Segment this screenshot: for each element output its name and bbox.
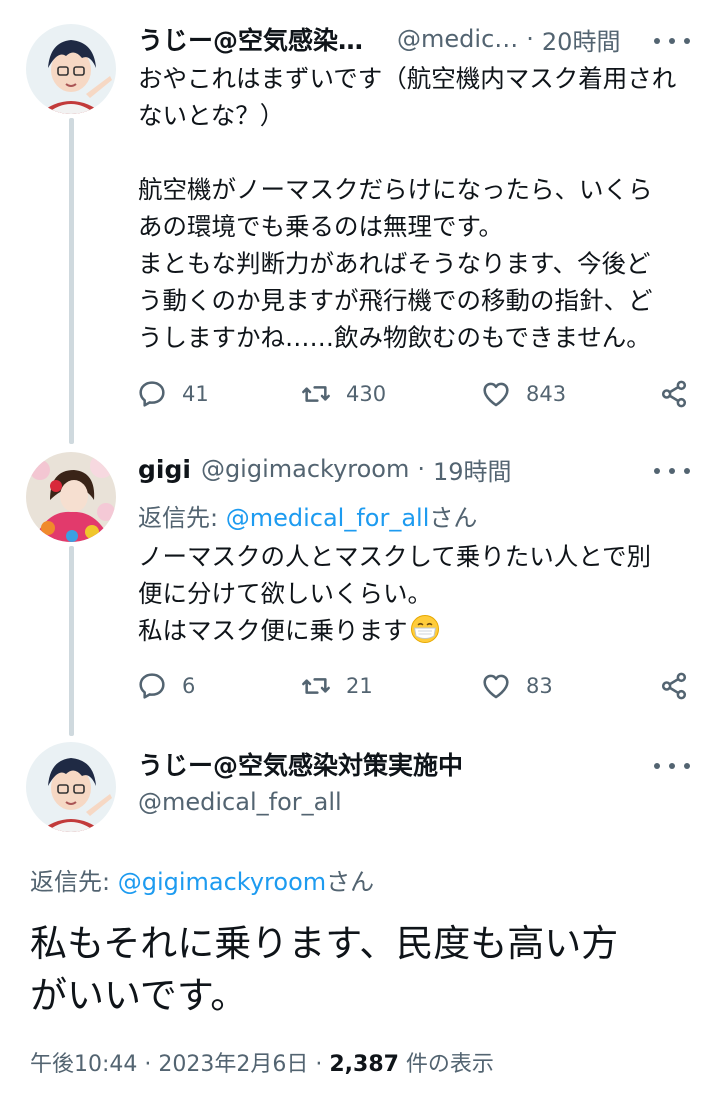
- tweet1-reply-count: 41: [182, 382, 209, 406]
- reply-to-suffix: さん: [326, 868, 375, 896]
- thread-line-2: [69, 546, 74, 736]
- main-tweet-more-icon[interactable]: [654, 756, 690, 776]
- avatar-gigi[interactable]: [26, 452, 116, 542]
- share-icon: [661, 380, 687, 408]
- tweet2-text: ノーマスクの人とマスクして乗りたい人とで別 便に分けて欲しいくらい。 私はマスク…: [138, 542, 652, 645]
- tweet2-reply-to: 返信先: @medical_for_allさん: [138, 498, 477, 533]
- reply-to-label: 返信先:: [30, 868, 118, 896]
- retweet-icon: [302, 678, 330, 694]
- main-tweet-name-row: うじー@空気感染対策実施中: [138, 746, 638, 782]
- tweet2-retweet-button[interactable]: 21: [300, 666, 373, 706]
- tweet1-text: おやこれはまずいです（航空機内マスク着用され ないとな？） 航空機がノーマスクだ…: [138, 64, 677, 352]
- reply-icon: [139, 673, 165, 699]
- tweet1-time[interactable]: 20時間: [542, 22, 621, 57]
- main-tweet-author-name[interactable]: うじー@空気感染対策実施中: [138, 746, 463, 782]
- main-tweet-author-handle[interactable]: @medical_for_all: [138, 788, 342, 816]
- tweet2-share-button[interactable]: [658, 666, 690, 706]
- tweet1-retweet-count: 430: [346, 382, 387, 406]
- thread-line-1: [69, 118, 74, 444]
- tweet1-like-count: 843: [526, 382, 567, 406]
- tweet2-reply-count: 6: [182, 674, 196, 698]
- tweet2-like-count: 83: [526, 674, 553, 698]
- avatar-ujii-main[interactable]: [26, 742, 116, 832]
- main-tweet-handle-row: @medical_for_all: [138, 784, 638, 820]
- mask-face-emoji: [410, 615, 439, 643]
- tweet1-author-name[interactable]: うじー@空気感染…: [138, 21, 363, 57]
- main-tweet-views-label[interactable]: 件の表示: [399, 1052, 494, 1077]
- main-tweet-timestamp[interactable]: 午後10:44 · 2023年2月6日 ·: [30, 1052, 329, 1077]
- tweet1-actions: 41 430 843: [136, 374, 690, 414]
- tweet2-author-handle[interactable]: @gigimackyroom: [201, 455, 409, 483]
- like-icon: [483, 382, 509, 407]
- tweet1-retweet-button[interactable]: 430: [300, 374, 386, 414]
- main-tweet-footer: 午後10:44 · 2023年2月6日 · 2,387 件の表示: [30, 1046, 494, 1078]
- reply-to-mention[interactable]: @medical_for_all: [226, 504, 430, 532]
- main-tweet-text: 私もそれに乗ります、民度も高い方 がいいです。: [30, 922, 619, 1017]
- tweet2-text-block: ノーマスクの人とマスクして乗りたい人とで別 便に分けて欲しいくらい。 私はマスク…: [138, 538, 698, 649]
- main-tweet-reply-to: 返信先: @gigimackyroomさん: [30, 862, 374, 897]
- tweet2-like-button[interactable]: 83: [480, 666, 553, 706]
- like-icon: [483, 674, 509, 699]
- reply-icon: [139, 381, 165, 407]
- tweet1-like-button[interactable]: 843: [480, 374, 566, 414]
- tweet2-author-name[interactable]: gigi: [138, 455, 191, 484]
- tweet1-header: うじー@空気感染… @medic… · 20時間: [138, 21, 658, 57]
- reply-to-label: 返信先:: [138, 504, 226, 532]
- separator-dot: ·: [526, 25, 534, 53]
- main-tweet-views-count[interactable]: 2,387: [329, 1052, 399, 1077]
- retweet-icon: [302, 386, 330, 402]
- tweet1-share-button[interactable]: [658, 374, 690, 414]
- tweet1-more-icon[interactable]: [654, 31, 690, 51]
- avatar-ujii[interactable]: [26, 24, 116, 114]
- share-icon: [661, 672, 687, 700]
- tweet2-time[interactable]: 19時間: [433, 452, 512, 487]
- tweet2-reply-button[interactable]: 6: [136, 666, 195, 706]
- tweet2-actions: 6 21 83: [136, 666, 690, 706]
- tweet2-more-icon[interactable]: [654, 461, 690, 481]
- reply-to-suffix: さん: [429, 504, 478, 532]
- reply-to-mention[interactable]: @gigimackyroom: [118, 868, 326, 896]
- separator-dot: ·: [417, 455, 425, 483]
- tweet1-reply-button[interactable]: 41: [136, 374, 209, 414]
- tweet1-author-handle[interactable]: @medic…: [397, 25, 518, 53]
- tweet2-header: gigi @gigimackyroom · 19時間: [138, 451, 638, 487]
- tweet2-retweet-count: 21: [346, 674, 373, 698]
